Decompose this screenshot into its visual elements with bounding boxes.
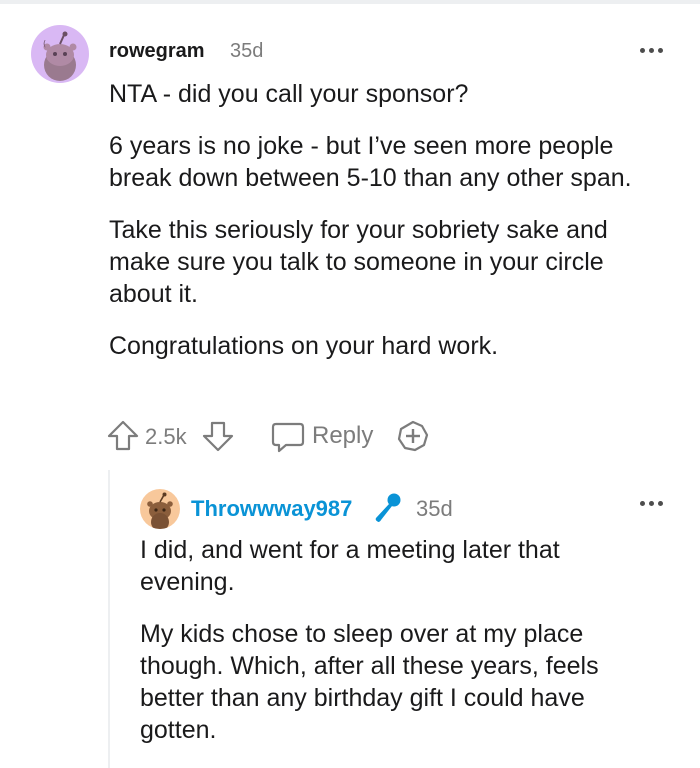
more-options-icon[interactable]: [638, 41, 668, 61]
snoo-avatar-icon: (: [43, 31, 77, 81]
comment-author[interactable]: rowegram: [109, 40, 205, 63]
upvote-icon[interactable]: [105, 418, 141, 454]
reply-icon[interactable]: [270, 418, 306, 454]
comment-paragraph: Take this seriously for your sobriety sa…: [109, 216, 608, 308]
reply-time: 35d: [416, 496, 453, 521]
reply-button[interactable]: Reply: [312, 422, 373, 450]
comment-actions: 2.5k Reply: [105, 418, 445, 458]
microphone-icon: [375, 493, 401, 522]
reply-paragraph: I did, and went for a meeting later that…: [140, 536, 560, 596]
reply-author[interactable]: Throwwway987: [191, 496, 352, 522]
comment-paragraph: Congratulations on your hard work.: [109, 332, 499, 360]
snoo-avatar-icon: [147, 492, 173, 529]
comment-time: 35d: [230, 40, 264, 62]
downvote-icon[interactable]: [200, 418, 236, 454]
comment-body: NTA - did you call your sponsor? 6 years…: [109, 78, 669, 382]
comment-paragraph: 6 years is no joke - but I’ve seen more …: [109, 132, 632, 192]
user-avatar[interactable]: (: [31, 25, 89, 83]
comment-paragraph: NTA - did you call your sponsor?: [109, 80, 469, 108]
more-options-icon[interactable]: [638, 494, 668, 514]
award-icon[interactable]: [395, 418, 431, 454]
reply-avatar[interactable]: [140, 489, 180, 529]
reply-body: I did, and went for a meeting later that…: [140, 534, 660, 766]
thread-line[interactable]: [108, 470, 110, 768]
vote-count: 2.5k: [145, 424, 187, 449]
top-divider: [0, 0, 700, 4]
reply-paragraph: My kids chose to sleep over at my place …: [140, 620, 599, 744]
svg-text:(: (: [43, 39, 46, 48]
